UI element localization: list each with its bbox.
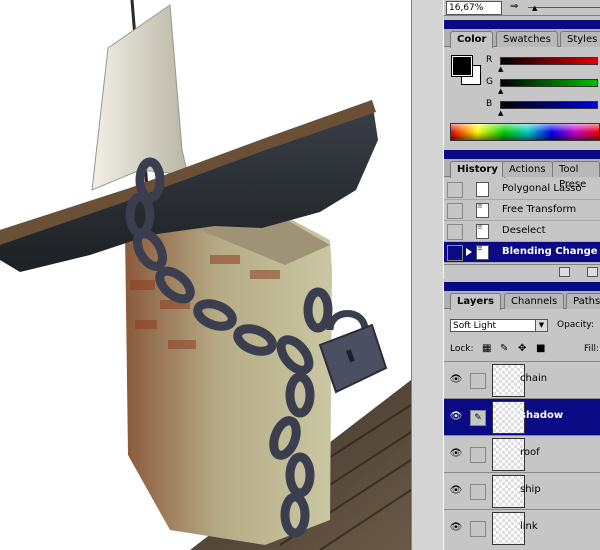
history-item[interactable]: ≡ Free Transform (444, 200, 600, 221)
color-palette: Color Swatches Styles R ▲ G ▲ B ▲ (443, 20, 600, 148)
layer-name: shadow (520, 410, 564, 421)
layers-palette-tabs: Layers Channels Paths (444, 291, 600, 310)
document-icon: ≡ (476, 203, 489, 218)
palette-titlebar[interactable] (444, 282, 600, 291)
red-channel-label: R (486, 55, 493, 65)
tab-color[interactable]: Color (450, 31, 494, 48)
link-toggle[interactable] (470, 484, 486, 500)
layer-row-link[interactable]: 👁 link (444, 509, 600, 546)
fill-label: Fill: (584, 344, 600, 354)
blue-channel-label: B (486, 99, 493, 109)
link-toggle[interactable] (470, 521, 486, 537)
zoom-slider-thumb[interactable]: ▲ (532, 4, 537, 12)
history-footer (444, 264, 600, 277)
history-item-label: Polygonal Lasso (502, 183, 582, 194)
document-icon: ≡ (476, 224, 489, 239)
tab-swatches[interactable]: Swatches (496, 31, 558, 47)
opacity-label: Opacity: (557, 320, 594, 330)
history-palette-tabs: History Actions Tool Prese (444, 159, 600, 190)
eye-icon[interactable]: 👁 (449, 484, 463, 498)
canvas-window-edge (411, 0, 444, 550)
blue-slider-thumb[interactable]: ▲ (498, 109, 503, 117)
history-palette: History Actions Tool Prese Polygonal Las… (443, 150, 600, 278)
tab-tool-presets[interactable]: Tool Prese (552, 161, 600, 190)
color-palette-tabs: Color Swatches Styles (444, 29, 600, 48)
history-item-label: Blending Change (502, 246, 598, 257)
history-snapshot-box[interactable] (447, 203, 463, 219)
document-canvas[interactable] (0, 0, 411, 550)
layer-name: chain (520, 373, 548, 384)
eye-icon[interactable]: 👁 (449, 447, 463, 461)
history-snapshot-box[interactable] (447, 245, 463, 261)
tab-actions[interactable]: Actions (502, 161, 553, 177)
navigator-strip: 16,67% ⇒ ▲ (443, 0, 600, 16)
tab-styles[interactable]: Styles (560, 31, 600, 47)
palette-titlebar[interactable] (444, 20, 600, 29)
history-snapshot-box[interactable] (447, 224, 463, 240)
chevron-down-icon[interactable]: ▼ (535, 320, 547, 331)
lock-paint-icon[interactable]: ✎ (500, 343, 508, 354)
layer-row-chain[interactable]: 👁 chain (444, 361, 600, 398)
history-item-label: Deselect (502, 225, 546, 236)
history-snapshot-box[interactable] (447, 182, 463, 198)
eye-icon[interactable]: 👁 (449, 373, 463, 387)
tab-channels[interactable]: Channels (504, 293, 565, 309)
history-item[interactable]: Polygonal Lasso (444, 179, 600, 200)
zoom-out-icon[interactable]: ⇒ (510, 1, 518, 12)
tab-history[interactable]: History (450, 161, 505, 178)
palette-titlebar[interactable] (444, 150, 600, 159)
green-slider-thumb[interactable]: ▲ (498, 87, 503, 95)
composite-image (0, 0, 411, 550)
blend-mode-value: Soft Light (453, 321, 497, 331)
layer-row-shadow[interactable]: 👁 ✎ shadow (444, 398, 600, 435)
brush-icon[interactable]: ✎ (470, 410, 486, 426)
lock-label: Lock: (450, 344, 474, 354)
link-toggle[interactable] (470, 373, 486, 389)
lasso-icon (476, 182, 489, 197)
link-toggle[interactable] (470, 447, 486, 463)
lock-transparency-icon[interactable]: ▦ (482, 343, 491, 354)
lock-move-icon[interactable]: ✥ (518, 343, 526, 354)
blue-slider[interactable] (500, 101, 598, 109)
red-slider-thumb[interactable]: ▲ (498, 65, 503, 73)
layers-palette: Layers Channels Paths Soft Light ▼ Opaci… (443, 282, 600, 550)
layer-name: link (520, 521, 538, 532)
history-state-marker-icon[interactable] (466, 248, 472, 256)
foreground-color-swatch[interactable] (451, 55, 473, 77)
tab-layers[interactable]: Layers (450, 293, 501, 310)
eye-icon[interactable]: 👁 (449, 521, 463, 535)
color-spectrum-ramp[interactable] (450, 123, 600, 141)
document-icon: ≡ (476, 245, 489, 260)
layer-row-ship[interactable]: 👁 ship (444, 472, 600, 509)
new-document-icon[interactable] (587, 267, 598, 277)
red-slider[interactable] (500, 57, 598, 65)
layer-name: roof (520, 447, 540, 458)
zoom-field[interactable]: 16,67% (446, 1, 502, 15)
layer-name: ship (520, 484, 541, 495)
history-item-selected[interactable]: ≡ Blending Change (444, 242, 600, 263)
green-channel-label: G (486, 77, 493, 87)
zoom-slider[interactable] (528, 7, 600, 8)
blend-mode-select[interactable]: Soft Light ▼ (450, 319, 548, 332)
green-slider[interactable] (500, 79, 598, 87)
layer-row-roof[interactable]: 👁 roof (444, 435, 600, 472)
history-item[interactable]: ≡ Deselect (444, 221, 600, 242)
tab-paths[interactable]: Paths (566, 293, 600, 309)
lock-all-icon[interactable]: ■ (536, 343, 545, 354)
sail-shape (91, 4, 189, 191)
new-snapshot-icon[interactable] (559, 267, 570, 277)
history-item-label: Free Transform (502, 204, 577, 215)
eye-icon[interactable]: 👁 (449, 410, 463, 424)
